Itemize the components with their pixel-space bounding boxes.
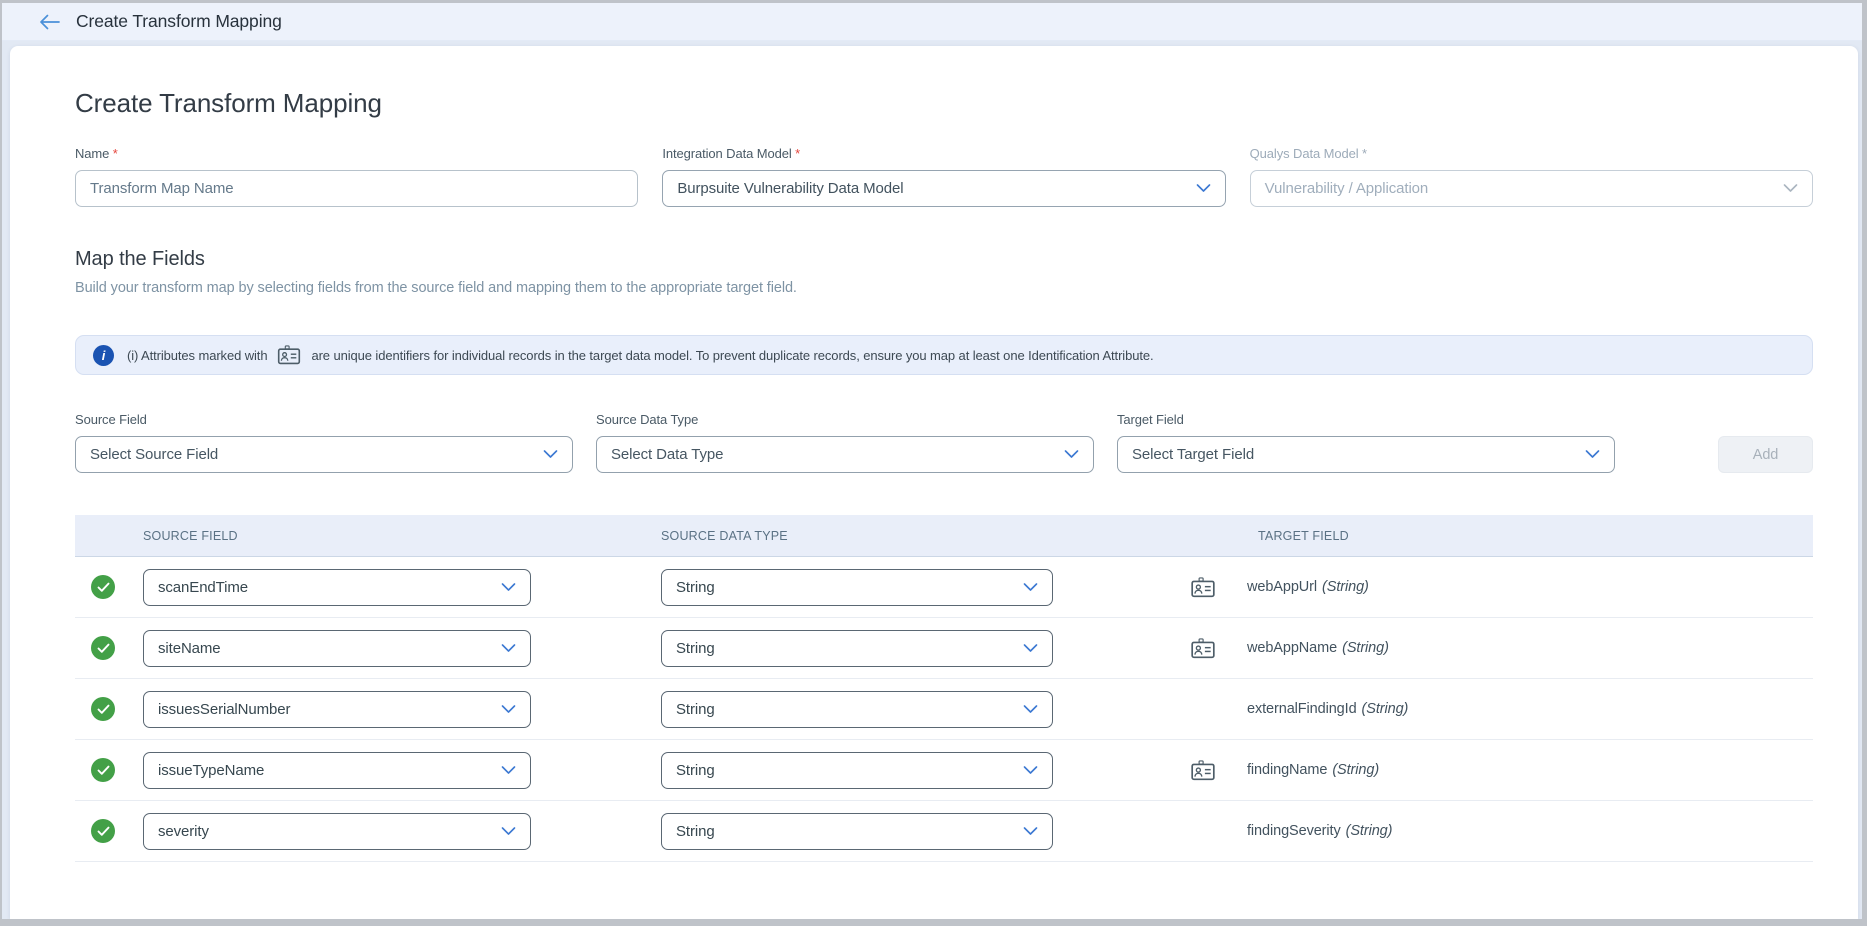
picker-row: Source Field Select Source Field Source … — [75, 412, 1813, 473]
mapping-table-body: scanEndTime String webAppUrl(String) sit… — [75, 557, 1813, 862]
target-field-label: Target Field — [1117, 412, 1615, 427]
source-data-type-picker-group: Source Data Type Select Data Type — [596, 412, 1094, 473]
chevron-down-icon — [501, 701, 516, 718]
info-banner-text-after: are unique identifiers for individual re… — [311, 348, 1153, 363]
row-status — [75, 697, 143, 721]
chevron-down-icon — [1023, 640, 1038, 657]
row-source-data-type-select[interactable]: String — [661, 691, 1053, 728]
target-field-select[interactable]: Select Target Field — [1117, 436, 1615, 473]
chevron-down-icon — [543, 446, 558, 463]
row-status — [75, 758, 143, 782]
row-source-data-type-select[interactable]: String — [661, 813, 1053, 850]
check-circle-icon — [91, 758, 115, 782]
window-title: Create Transform Mapping — [76, 11, 282, 32]
header-source-data-type: SOURCE DATA TYPE — [661, 529, 1053, 543]
integration-model-label: Integration Data Model * — [662, 146, 1225, 161]
identification-badge-icon — [1190, 638, 1220, 659]
identification-badge-icon — [277, 345, 301, 368]
table-row: scanEndTime String webAppUrl(String) — [75, 557, 1813, 618]
source-data-type-label: Source Data Type — [596, 412, 1094, 427]
chevron-down-icon — [501, 762, 516, 779]
chevron-down-icon — [501, 579, 516, 596]
target-field-picker-group: Target Field Select Target Field — [1117, 412, 1615, 473]
row-source-field-select[interactable]: issuesSerialNumber — [143, 691, 531, 728]
mapping-table-header: SOURCE FIELD SOURCE DATA TYPE TARGET FIE… — [75, 515, 1813, 557]
check-circle-icon — [91, 575, 115, 599]
required-asterisk: * — [795, 146, 800, 161]
map-fields-title: Map the Fields — [75, 248, 1813, 271]
row-source-field-select[interactable]: issueTypeName — [143, 752, 531, 789]
add-button[interactable]: Add — [1718, 436, 1813, 473]
chevron-down-icon — [1023, 579, 1038, 596]
row-status — [75, 636, 143, 660]
row-source-field-select[interactable]: siteName — [143, 630, 531, 667]
integration-model-group: Integration Data Model * Burpsuite Vulne… — [662, 146, 1225, 207]
qualys-model-select: Vulnerability / Application — [1250, 170, 1813, 207]
chevron-down-icon — [1023, 823, 1038, 840]
row-target-field: findingName(String) — [1247, 762, 1813, 778]
row-status — [75, 819, 143, 843]
row-source-data-type-select[interactable]: String — [661, 569, 1053, 606]
identification-badge-icon — [1190, 577, 1220, 598]
qualys-model-group: Qualys Data Model * Vulnerability / Appl… — [1250, 146, 1813, 207]
row-status — [75, 575, 143, 599]
chevron-down-icon — [501, 823, 516, 840]
table-row: siteName String webAppName(String) — [75, 618, 1813, 679]
header-form: Name * Transform Map Name Integration Da… — [75, 146, 1813, 207]
required-asterisk: * — [1362, 146, 1367, 161]
top-bar: Create Transform Mapping — [2, 3, 1862, 41]
header-target-field: TARGET FIELD — [1247, 529, 1813, 543]
name-field-group: Name * Transform Map Name — [75, 146, 638, 207]
row-target-field: externalFindingId(String) — [1247, 701, 1813, 717]
check-circle-icon — [91, 636, 115, 660]
mapping-table: SOURCE FIELD SOURCE DATA TYPE TARGET FIE… — [75, 515, 1813, 862]
chevron-down-icon — [1023, 762, 1038, 779]
row-target-field: webAppUrl(String) — [1247, 579, 1813, 595]
row-target-field: findingSeverity(String) — [1247, 823, 1813, 839]
name-input[interactable]: Transform Map Name — [75, 170, 638, 207]
header-source-field: SOURCE FIELD — [143, 529, 531, 543]
map-fields-subtitle: Build your transform map by selecting fi… — [75, 280, 1813, 296]
chevron-down-icon — [1585, 446, 1600, 463]
qualys-model-label: Qualys Data Model * — [1250, 146, 1813, 161]
source-data-type-select[interactable]: Select Data Type — [596, 436, 1094, 473]
chevron-down-icon — [501, 640, 516, 657]
identification-badge-icon — [1190, 760, 1220, 781]
back-button[interactable] — [39, 14, 60, 30]
row-source-field-select[interactable]: severity — [143, 813, 531, 850]
check-circle-icon — [91, 697, 115, 721]
page-title: Create Transform Mapping — [75, 88, 1813, 119]
row-target-field: webAppName(String) — [1247, 640, 1813, 656]
row-source-data-type-select[interactable]: String — [661, 752, 1053, 789]
info-banner: i (i) Attributes marked with are unique … — [75, 335, 1813, 375]
source-field-select[interactable]: Select Source Field — [75, 436, 573, 473]
table-row: issueTypeName String findingName(String) — [75, 740, 1813, 801]
table-row: issuesSerialNumber String externalFindin… — [75, 679, 1813, 740]
check-circle-icon — [91, 819, 115, 843]
chevron-down-icon — [1023, 701, 1038, 718]
row-source-data-type-select[interactable]: String — [661, 630, 1053, 667]
table-row: severity String findingSeverity(String) — [75, 801, 1813, 862]
source-field-label: Source Field — [75, 412, 573, 427]
source-field-picker-group: Source Field Select Source Field — [75, 412, 573, 473]
chevron-down-icon — [1783, 180, 1798, 197]
name-label: Name * — [75, 146, 638, 161]
info-icon: i — [93, 345, 114, 366]
chevron-down-icon — [1064, 446, 1079, 463]
arrow-left-icon — [39, 14, 60, 30]
row-source-field-select[interactable]: scanEndTime — [143, 569, 531, 606]
integration-model-select[interactable]: Burpsuite Vulnerability Data Model — [662, 170, 1225, 207]
content-card: Create Transform Mapping Name * Transfor… — [10, 46, 1858, 919]
chevron-down-icon — [1196, 180, 1211, 197]
app-window: Create Transform Mapping Create Transfor… — [2, 3, 1862, 919]
required-asterisk: * — [113, 146, 118, 161]
info-banner-text-before: (i) Attributes marked with — [127, 348, 267, 363]
